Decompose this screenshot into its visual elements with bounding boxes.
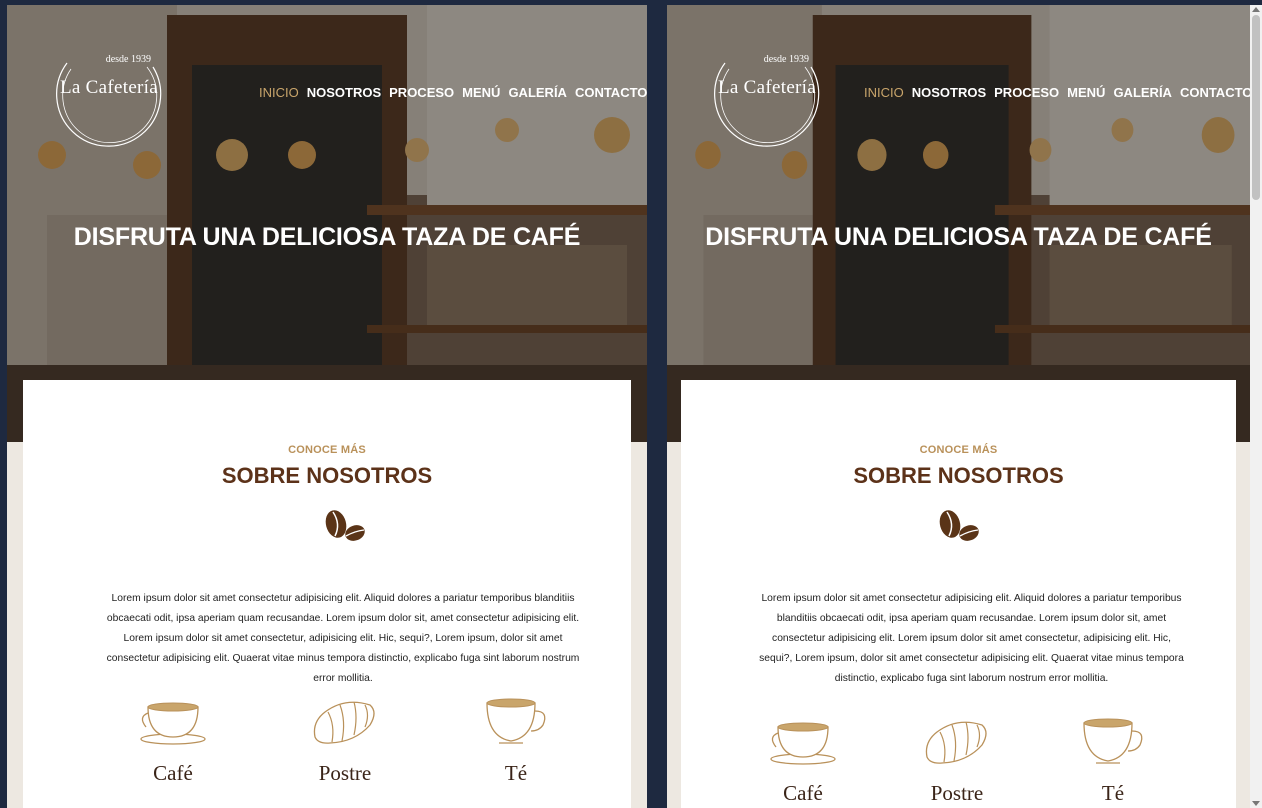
scrollbar-thumb[interactable] [1252,15,1260,200]
croissant-icon [925,721,987,764]
brand-logo[interactable]: desde 1939 La Cafetería [711,33,823,151]
tablet-preview: desde 1939 La Cafetería INICIO NOSOTROS PR… [667,5,1250,808]
coffee-cup-icon [140,702,206,745]
main-nav: INICIO NOSOTROS PROCESO MENÚ GALERÍA CONTACTO [259,85,647,100]
tea-cup-icon [1083,718,1143,764]
nav-link-galeria[interactable]: GALERÍA [508,85,567,100]
logo-brand-text: La Cafetería [717,77,816,98]
hero: desde 1939 La Cafetería INICIO NOSOTROS PR… [7,5,647,442]
hero-title: DISFRUTA UNA DELICIOSA TAZA DE CAFÉ [73,223,581,251]
nav-link-contacto[interactable]: CONTACTO [1180,85,1250,100]
coffee-beans-icon [325,510,365,541]
main-nav: INICIO NOSOTROS PROCESO MENÚ GALERÍA CONTACTO [864,85,1250,100]
feature-cafe: Café [123,697,223,786]
nav-link-nosotros[interactable]: NOSOTROS [912,85,986,100]
nav-link-menu[interactable]: MENÚ [1067,85,1105,100]
nav-link-inicio[interactable]: INICIO [259,85,299,100]
feature-postre: Postre [295,697,395,786]
coffee-beans-icon [939,510,979,541]
logo-since-text: desde 1939 [763,54,809,65]
about-eyebrow: CONOCE MÁS [919,444,998,456]
about-eyebrow: CONOCE MÁS [288,444,366,456]
about-paragraph: Lorem ipsum dolor sit amet consectetur a… [759,593,1184,684]
about-section: CONOCE MÁS SOBRE NOSOTROS Lorem ipsum do… [23,380,631,808]
coffee-cup-icon [770,722,836,765]
desktop-preview: desde 1939 La Cafetería INICIO NOSOTROS PR… [7,5,647,808]
nav-link-galeria[interactable]: GALERÍA [1113,85,1172,100]
hero: desde 1939 La Cafetería INICIO NOSOTROS PR… [667,5,1250,442]
about-paragraph: Lorem ipsum dolor sit amet consectetur a… [106,593,580,684]
feature-label: Té [504,761,528,785]
about-title: SOBRE NOSOTROS [221,463,433,488]
nav-link-proceso[interactable]: PROCESO [994,85,1059,100]
feature-label: Postre [318,761,372,785]
croissant-icon [313,701,375,744]
feature-label: Café [783,781,823,805]
feature-cafe: Café [753,717,853,806]
nav-link-proceso[interactable]: PROCESO [389,85,454,100]
nav-link-menu[interactable]: MENÚ [462,85,500,100]
feature-postre: Postre [907,717,1007,806]
feature-te: Té [466,697,566,786]
browser-viewport: desde 1939 La Cafetería INICIO NOSOTROS PR… [0,0,1262,808]
scroll-up-arrow-icon[interactable] [1252,7,1260,12]
about-title: SOBRE NOSOTROS [853,463,1064,488]
logo-since-text: desde 1939 [105,54,151,65]
feature-label: Postre [930,781,984,805]
logo-brand-text: La Cafetería [59,77,158,98]
tea-cup-icon [486,698,546,744]
about-section: CONOCE MÁS SOBRE NOSOTROS Lorem ipsum do… [681,380,1236,808]
feature-te: Té [1063,717,1163,806]
hero-title: DISFRUTA UNA DELICIOSA TAZA DE CAFÉ [705,223,1212,251]
scroll-down-arrow-icon[interactable] [1252,801,1260,806]
scrollbar[interactable] [1250,5,1262,808]
nav-link-contacto[interactable]: CONTACTO [575,85,647,100]
brand-logo[interactable]: desde 1939 La Cafetería [53,33,165,151]
feature-label: Café [153,761,193,785]
nav-link-nosotros[interactable]: NOSOTROS [307,85,381,100]
nav-link-inicio[interactable]: INICIO [864,85,904,100]
feature-label: Té [1101,781,1125,805]
